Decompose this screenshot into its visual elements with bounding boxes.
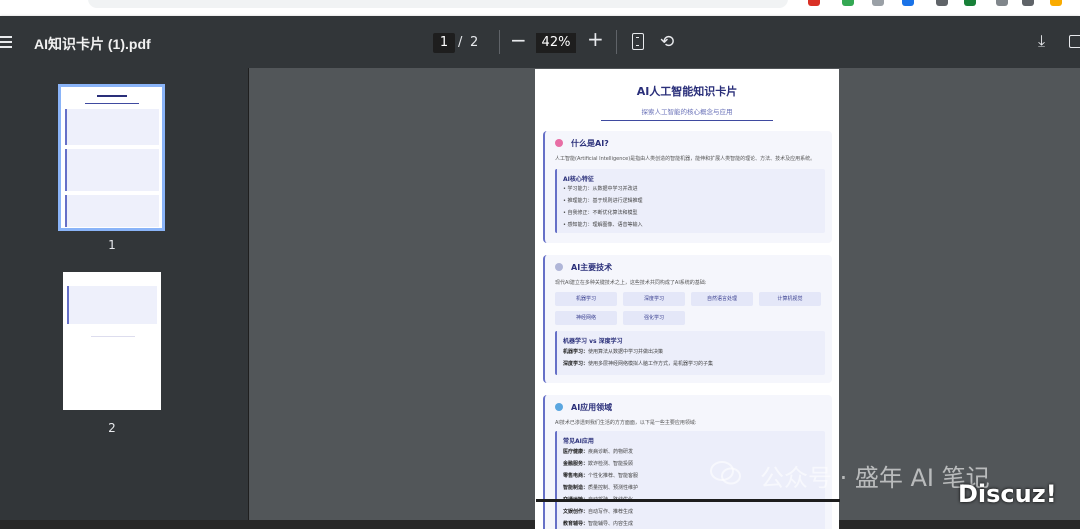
thumbnail-label: 1 (108, 238, 116, 252)
list-item: • 自我修正：不断优化算法和模型 (563, 210, 638, 216)
title-divider (601, 120, 773, 121)
section-ai-tech: AI主要技术 现代AI建立在多种关键技术之上，这些技术共同构成了AI系统的基础:… (543, 255, 832, 383)
section-heading: AI主要技术 (571, 263, 613, 272)
zoom-out-button[interactable]: − (510, 28, 527, 52)
extension-icon[interactable] (996, 0, 1008, 6)
extension-icon[interactable] (808, 0, 820, 6)
page-scroll-indicator (536, 499, 840, 502)
page-total: 2 (470, 35, 479, 50)
list-item: 文娱创作：自动写作、推荐生成 (563, 509, 634, 515)
globe-icon (555, 403, 563, 411)
extension-icon[interactable] (902, 0, 914, 6)
section-heading: AI应用领域 (571, 403, 613, 412)
box-title: 机器学习 vs 深度学习 (563, 338, 623, 345)
list-item: 医疗健康：疾病诊断、药物研发 (563, 449, 634, 455)
list-item: • 推理能力：基于规则进行逻辑推理 (563, 198, 643, 204)
tech-tag: 机器学习 (555, 292, 617, 306)
page-number-input[interactable]: 1 (433, 33, 455, 53)
wechat-icon (710, 461, 741, 485)
thumbnail-sidebar: 1 2 (0, 68, 249, 520)
page-thumbnail-2[interactable] (63, 272, 161, 410)
list-item: • 学习能力：从数据中学习并改进 (563, 186, 638, 192)
section-heading: 什么是AI? (571, 139, 609, 148)
gear-icon (555, 263, 563, 271)
tech-tag: 深度学习 (623, 292, 685, 306)
section-desc: 人工智能(Artificial Intelligence)是指由人类创造的智能机… (555, 156, 816, 162)
extension-icon[interactable] (1022, 0, 1034, 6)
discuz-watermark: Discuz! (958, 480, 1057, 508)
document-viewer[interactable]: AI人工智能知识卡片 探索人工智能的核心概念与应用 什么是AI? 人工智能(Ar… (249, 68, 1080, 529)
toolbar-divider (499, 30, 500, 54)
section-what-is-ai: 什么是AI? 人工智能(Artificial Intelligence)是指由人… (543, 131, 832, 243)
section-desc: 现代AI建立在多种关键技术之上，这些技术共同构成了AI系统的基础: (555, 280, 707, 286)
pdf-toolbar: AI知识卡片 (1).pdf 1 / 2 − 42% + ⟲ ⤓ (0, 16, 1080, 68)
feature-box: AI核心特征 • 学习能力：从数据中学习并改进 • 推理能力：基于规则进行逻辑推… (555, 169, 825, 233)
extension-icon[interactable] (936, 0, 948, 6)
tech-tag: 自然语言处理 (691, 292, 753, 306)
extension-icon[interactable] (964, 0, 976, 6)
list-item: 智能制造：质量控制、预测性维护 (563, 485, 639, 491)
extension-icon[interactable] (842, 0, 854, 6)
watermark-text: 公众号 · 盛年 AI 笔记 (760, 464, 990, 492)
menu-icon[interactable] (0, 36, 14, 48)
list-item: • 感知能力：理解图像、语音等输入 (563, 222, 643, 228)
document-title: AI知识卡片 (1).pdf (34, 36, 151, 52)
browser-menu-icon[interactable] (1050, 0, 1062, 6)
list-item: 金融服务：欺诈检测、智能投顾 (563, 461, 634, 467)
list-item: 机器学习：使用算法从数据中学习并做出决策 (563, 349, 664, 355)
section-desc: AI技术已渗透到我们生活的方方面面，以下是一些主要应用领域: (555, 420, 697, 426)
page-thumbnail-1[interactable] (58, 84, 165, 231)
page-subtitle: 探索人工智能的核心概念与应用 (641, 108, 733, 116)
page-separator: / (458, 35, 463, 50)
compare-box: 机器学习 vs 深度学习 机器学习：使用算法从数据中学习并做出决策 深度学习：使… (555, 331, 825, 375)
list-item: 零售电商：个性化推荐、智能客服 (563, 473, 639, 479)
rotate-icon[interactable]: ⟲ (660, 32, 674, 52)
zoom-level-input[interactable]: 42% (536, 33, 576, 53)
tech-tag: 计算机视觉 (759, 292, 821, 306)
box-title: 常见AI应用 (563, 438, 594, 445)
extension-icon[interactable] (872, 0, 884, 6)
zoom-in-button[interactable]: + (587, 27, 604, 51)
page-title: AI人工智能知识卡片 (636, 85, 738, 98)
list-item: 深度学习：使用多层神经网络模拟人脑工作方式，是机器学习的子集 (563, 361, 714, 367)
thumbnail-label: 2 (108, 421, 116, 435)
download-icon[interactable]: ⤓ (1038, 31, 1045, 51)
box-title: AI核心特征 (563, 176, 594, 183)
address-bar[interactable] (88, 0, 788, 8)
toolbar-divider (616, 30, 617, 54)
brain-icon (555, 139, 563, 147)
browser-chrome-strip (0, 0, 1080, 17)
fit-page-icon[interactable] (632, 33, 644, 50)
tech-tag: 神经网络 (555, 311, 617, 325)
tech-tag: 强化学习 (623, 311, 685, 325)
print-icon[interactable] (1069, 35, 1080, 48)
list-item: 教育辅导：智能辅导、内容生成 (563, 521, 634, 527)
